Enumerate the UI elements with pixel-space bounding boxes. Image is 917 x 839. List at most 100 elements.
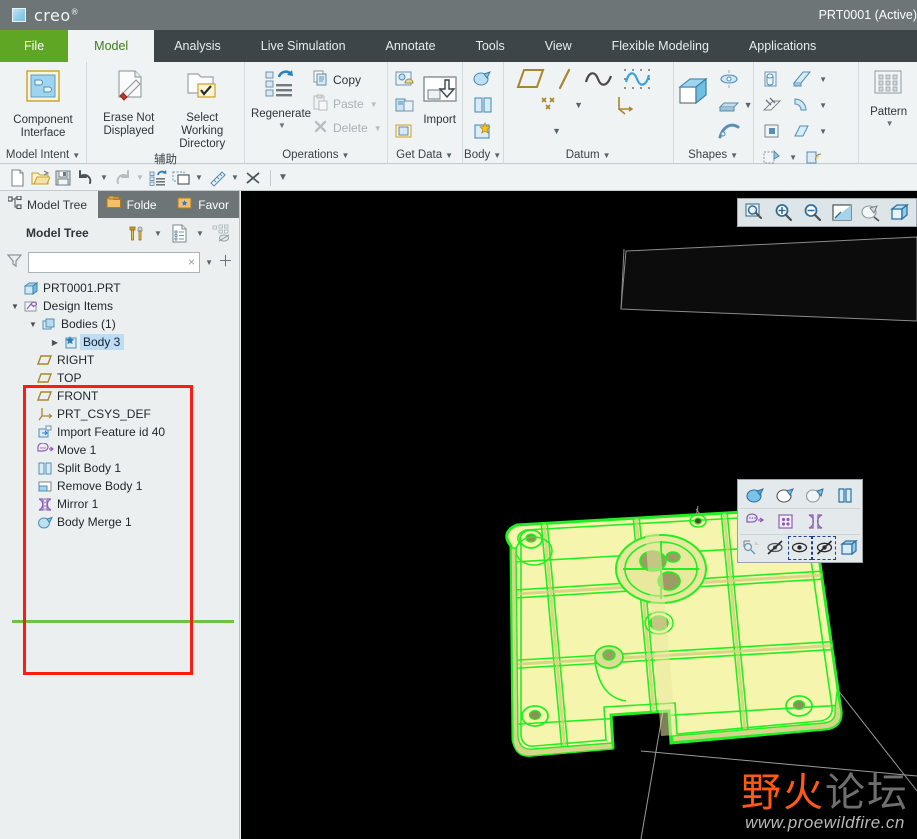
measure-icon[interactable]	[206, 167, 228, 189]
sweep-dropdown-caret[interactable]: ▼	[744, 100, 753, 110]
shell-icon[interactable]	[787, 66, 817, 92]
pattern-button[interactable]: Pattern ▼	[864, 66, 914, 128]
component-interface-button[interactable]: Component Interface	[5, 66, 81, 140]
datum-point-dropdown-caret[interactable]: ▼	[564, 92, 594, 118]
clear-filter-icon[interactable]: ×	[188, 255, 195, 269]
import-button[interactable]: Import	[420, 66, 460, 127]
erase-not-displayed-button[interactable]: Erase Not Displayed	[92, 66, 166, 138]
tree-node-prt-csys-def[interactable]: PRT_CSYS_DEF	[0, 405, 239, 423]
tree-node-front[interactable]: FRONT	[0, 387, 239, 405]
get-data-shrinkwrap-icon[interactable]	[390, 118, 420, 144]
round-icon[interactable]	[757, 118, 787, 144]
shade-icon[interactable]	[740, 483, 770, 507]
measure-dropdown-caret[interactable]: ▼	[229, 167, 241, 189]
no-hidden-icon[interactable]	[830, 483, 860, 507]
close-window-icon[interactable]	[242, 167, 264, 189]
perspective-icon[interactable]	[836, 536, 860, 560]
datum-plane-icon[interactable]	[512, 66, 550, 92]
tab-view[interactable]: View	[525, 30, 592, 62]
paste-dropdown-caret[interactable]: ▼	[370, 100, 378, 109]
tree-node-design-items[interactable]: ▼ Design Items	[0, 297, 239, 315]
add-filter-icon[interactable]: ＋	[218, 254, 233, 269]
refit-icon[interactable]	[828, 201, 855, 224]
panel-tab-folder-browser[interactable]: Folde	[98, 191, 170, 218]
tab-tools[interactable]: Tools	[456, 30, 525, 62]
draft-dropdown-caret[interactable]: ▼	[817, 92, 830, 118]
datum-csys-icon[interactable]	[610, 92, 640, 118]
datum-point-display-icon[interactable]	[787, 535, 812, 560]
datum-curve-sketched-icon[interactable]	[618, 66, 656, 92]
hole-icon[interactable]	[757, 66, 787, 92]
delete-dropdown-caret[interactable]: ▼	[374, 124, 382, 133]
tree-node-split-body-1[interactable]: Split Body 1	[0, 459, 239, 477]
sweep-blend-icon[interactable]	[714, 118, 744, 144]
tree-node-bodies[interactable]: ▼ Bodies (1)	[0, 315, 239, 333]
tab-live-simulation[interactable]: Live Simulation	[241, 30, 366, 62]
extrude-icon[interactable]	[676, 66, 714, 120]
select-working-directory-button[interactable]: Select Working Directory	[166, 66, 240, 151]
datum-point-icon[interactable]	[534, 92, 564, 118]
chamfer-dropdown-caret[interactable]: ▼	[817, 118, 830, 144]
datum-axis-display-off-icon[interactable]	[764, 536, 788, 560]
save-icon[interactable]	[52, 167, 74, 189]
ribbon-group-get-data-label[interactable]: Get Data ▼	[388, 146, 462, 164]
tab-file[interactable]: File	[0, 30, 69, 62]
draft-icon[interactable]	[787, 92, 817, 118]
body-create-icon[interactable]	[468, 66, 498, 92]
delete-button[interactable]: Delete ▼	[312, 116, 382, 140]
filter-funnel-icon[interactable]	[6, 252, 23, 272]
tab-annotate[interactable]: Annotate	[366, 30, 456, 62]
datum-more-caret[interactable]: ▼	[542, 118, 572, 144]
plane-display-icon[interactable]	[800, 510, 830, 534]
datum-axis-icon[interactable]	[550, 66, 580, 92]
settings-tools-caret[interactable]: ▼	[153, 229, 163, 238]
reorient-icon[interactable]	[857, 201, 884, 224]
filter-dropdown-caret[interactable]: ▼	[205, 258, 213, 267]
tree-node-body-merge-1[interactable]: Body Merge 1	[0, 513, 239, 531]
ribbon-group-body-label[interactable]: Body ▼	[463, 146, 503, 164]
new-file-icon[interactable]	[6, 167, 28, 189]
tree-node-mirror-1[interactable]: Mirror 1	[0, 495, 239, 513]
search-input[interactable]: ×	[28, 251, 201, 273]
ribbon-group-datum-label[interactable]: Datum ▼	[504, 146, 673, 164]
copy-button[interactable]: Copy	[312, 68, 382, 92]
window-switch-icon[interactable]	[170, 167, 192, 189]
body-new-icon[interactable]	[468, 118, 498, 144]
ribbon-group-operations-label[interactable]: Operations ▼	[245, 146, 387, 164]
sweep-icon[interactable]	[714, 92, 744, 118]
tree-display-icon[interactable]	[211, 222, 231, 244]
tree-node-top[interactable]: TOP	[0, 369, 239, 387]
tab-model[interactable]: Model	[68, 30, 155, 62]
tree-node-body-3[interactable]: ▶ Body 3	[0, 333, 239, 351]
regenerate-small-icon[interactable]	[147, 167, 169, 189]
tab-analysis[interactable]: Analysis	[154, 30, 241, 62]
redo-icon[interactable]	[111, 167, 133, 189]
tab-flexible-modeling[interactable]: Flexible Modeling	[592, 30, 729, 62]
tree-filters-caret[interactable]: ▼	[195, 229, 205, 238]
tree-node-import-feature[interactable]: Import Feature id 40	[0, 423, 239, 441]
shade-with-edges-icon[interactable]	[770, 483, 800, 507]
get-data-user-icon[interactable]	[390, 66, 420, 92]
tree-node-remove-body-1[interactable]: Remove Body 1	[0, 477, 239, 495]
qat-overflow-caret[interactable]: ▼	[277, 167, 289, 189]
zoom-region-icon[interactable]	[741, 201, 768, 224]
saved-views-icon[interactable]	[886, 201, 913, 224]
zoom-in-icon[interactable]	[770, 201, 797, 224]
rib-icon[interactable]	[757, 92, 787, 118]
csys-display-off-icon[interactable]	[811, 535, 837, 560]
ribbon-group-shapes-label[interactable]: Shapes ▼	[674, 146, 753, 164]
tree-twisty[interactable]: ▼	[8, 302, 22, 311]
tree-node-right[interactable]: RIGHT	[0, 351, 239, 369]
panel-tab-model-tree[interactable]: Model Tree	[0, 191, 98, 218]
regenerate-button[interactable]: Regenerate ▼	[250, 66, 312, 130]
zoom-out-icon[interactable]	[799, 201, 826, 224]
window-switch-dropdown-caret[interactable]: ▼	[193, 167, 205, 189]
datum-curve-icon[interactable]	[580, 66, 618, 92]
redo-dropdown-caret[interactable]: ▼	[134, 167, 146, 189]
tree-node-move-1[interactable]: Move 1	[0, 441, 239, 459]
insert-here-line[interactable]	[12, 620, 234, 623]
panel-tab-favorites[interactable]: Favor	[169, 191, 239, 218]
tree-filters-icon[interactable]	[169, 222, 189, 244]
tree-node-root[interactable]: PRT0001.PRT	[0, 279, 239, 297]
annotation-display-icon[interactable]	[740, 510, 770, 534]
